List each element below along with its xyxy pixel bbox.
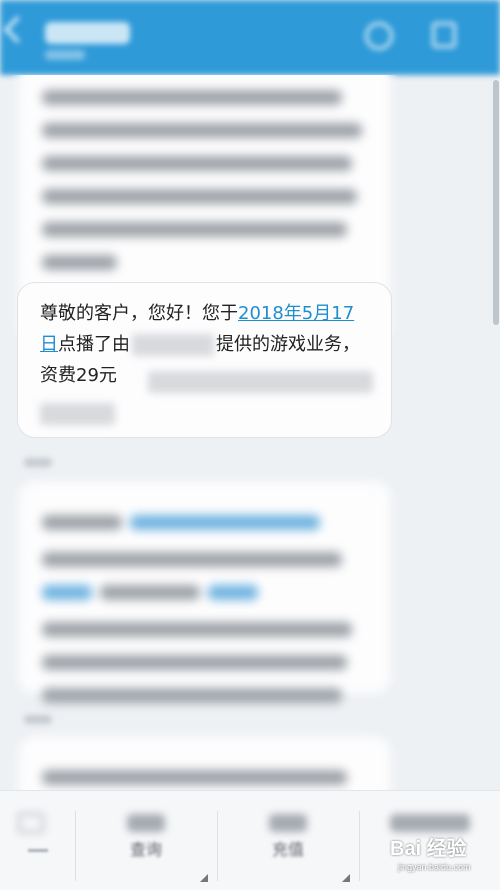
phone-icon[interactable] xyxy=(365,22,393,50)
menu-tab-recharge[interactable]: 充值 xyxy=(218,791,358,890)
watermark-logo: Bai 经验 xyxy=(390,838,467,860)
conversation-title xyxy=(45,22,130,44)
message-text: 尊敬的客户，您好！您于 xyxy=(40,303,238,324)
message-list[interactable]: 尊敬的客户，您好！您于2018年5月17日点播了由 提供的游戏业务，资费29元 xyxy=(0,75,500,805)
submenu-indicator-icon xyxy=(200,874,208,882)
message-bubble-billing: 尊敬的客户，您好！您于2018年5月17日点播了由 提供的游戏业务，资费29元 xyxy=(17,282,392,438)
watermark-url: jingyan.baidu.com xyxy=(398,862,471,872)
redacted-provider xyxy=(132,334,214,356)
conversation-subtitle xyxy=(45,50,85,60)
keyboard-icon[interactable] xyxy=(18,813,44,833)
message-text: 点播了由 xyxy=(58,334,130,355)
keyboard-toggle-line xyxy=(28,849,48,852)
timestamp xyxy=(24,715,52,724)
menu-tab-title xyxy=(127,814,165,832)
baidu-jingyan-watermark: Bai 经验 jingyan.baidu.com xyxy=(382,826,498,886)
menu-tab-title xyxy=(269,814,307,832)
redacted-text xyxy=(40,403,115,425)
menu-tab-query[interactable]: 查询 xyxy=(76,791,216,890)
app-header xyxy=(0,0,500,75)
redacted-text xyxy=(148,371,373,393)
scrollbar[interactable] xyxy=(493,80,499,325)
message-bubble xyxy=(17,480,392,703)
menu-tab-label: 充值 xyxy=(271,840,304,859)
menu-tab-label: 查询 xyxy=(129,840,162,859)
back-arrow-icon[interactable] xyxy=(4,16,31,43)
timestamp xyxy=(24,458,52,467)
submenu-indicator-icon xyxy=(342,874,350,882)
contact-icon[interactable] xyxy=(432,22,456,48)
